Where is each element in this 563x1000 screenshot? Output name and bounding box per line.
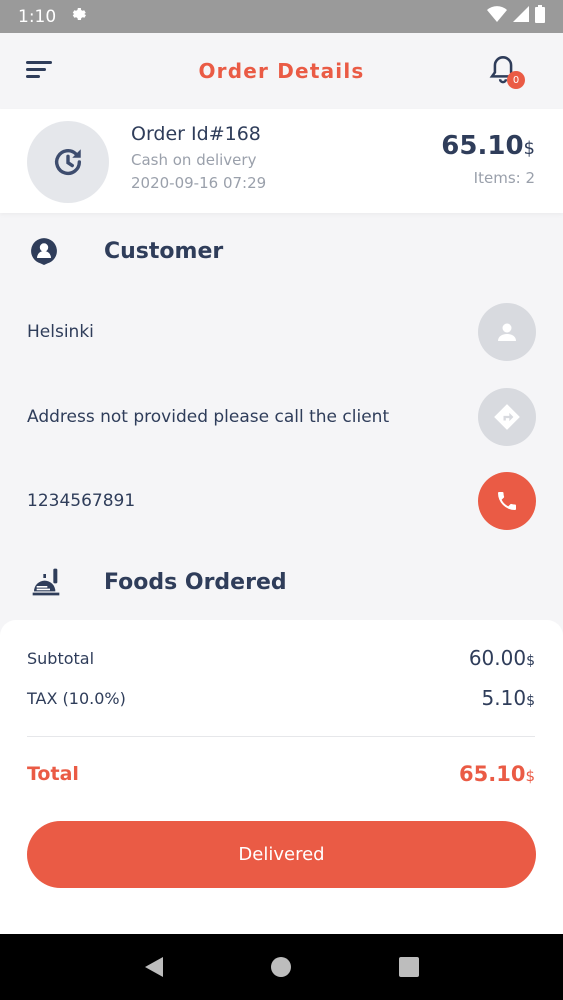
tax-value: 5.10$ xyxy=(481,686,535,710)
menu-button[interactable] xyxy=(26,61,52,81)
subtotal-row: Subtotal 60.00$ xyxy=(27,646,535,670)
battery-icon xyxy=(535,5,545,28)
notifications-button[interactable]: 0 xyxy=(489,55,525,91)
notification-badge: 0 xyxy=(507,71,525,89)
order-status-avatar xyxy=(27,121,109,203)
summary-divider xyxy=(27,736,535,737)
wifi-icon xyxy=(487,6,507,27)
total-label: Total xyxy=(27,763,79,785)
page-title: Order Details xyxy=(198,59,365,83)
order-id: Order Id#168 xyxy=(131,123,261,145)
recents-icon xyxy=(399,957,420,977)
subtotal-value: 60.00$ xyxy=(468,646,535,670)
customer-name-row: Helsinki xyxy=(0,303,563,361)
customer-phone-row: 1234567891 xyxy=(0,472,563,530)
person-icon xyxy=(498,323,516,341)
foods-title: Foods Ordered xyxy=(104,569,287,595)
total-value: 65.10$ xyxy=(459,762,535,786)
directions-icon xyxy=(494,404,520,430)
directions-button[interactable] xyxy=(478,388,536,446)
order-price: 65.10$ xyxy=(441,131,535,161)
customer-section-header: Customer xyxy=(0,236,563,266)
delivered-button[interactable]: Delivered xyxy=(27,821,536,888)
phone-icon xyxy=(498,492,516,510)
history-icon xyxy=(54,149,82,175)
back-icon xyxy=(144,957,163,977)
signal-icon xyxy=(513,6,529,27)
order-date: 2020-09-16 07:29 xyxy=(131,174,267,192)
status-bar: 1:10 xyxy=(0,0,563,33)
customer-address-row: Address not provided please call the cli… xyxy=(0,388,563,446)
customer-address: Address not provided please call the cli… xyxy=(27,407,390,427)
status-time: 1:10 xyxy=(18,6,57,27)
system-nav-bar xyxy=(0,934,563,1000)
subtotal-label: Subtotal xyxy=(27,648,95,668)
customer-title: Customer xyxy=(104,238,224,264)
user-pin-icon xyxy=(31,238,57,265)
order-card: Order Id#168 Cash on delivery 2020-09-16… xyxy=(0,109,563,213)
total-row: Total 65.10$ xyxy=(27,762,535,786)
home-icon xyxy=(271,957,292,977)
payment-method: Cash on delivery xyxy=(131,151,257,169)
item-count: Items: 2 xyxy=(473,169,535,187)
customer-phone: 1234567891 xyxy=(27,491,136,511)
food-tray-icon xyxy=(32,568,60,596)
customer-profile-button[interactable] xyxy=(478,303,536,361)
currency-symbol: $ xyxy=(523,138,535,159)
home-button[interactable] xyxy=(261,947,301,987)
settings-icon xyxy=(70,5,88,28)
recents-button[interactable] xyxy=(389,947,429,987)
foods-section-header: Foods Ordered xyxy=(0,567,563,597)
app-header: Order Details 0 xyxy=(0,33,563,109)
call-button[interactable] xyxy=(478,472,536,530)
back-button[interactable] xyxy=(134,947,174,987)
order-summary-panel: Subtotal 60.00$ TAX (10.0%) 5.10$ Total … xyxy=(0,620,563,934)
tax-label: TAX (10.0%) xyxy=(27,688,126,708)
tax-row: TAX (10.0%) 5.10$ xyxy=(27,686,535,710)
customer-name: Helsinki xyxy=(27,322,94,342)
